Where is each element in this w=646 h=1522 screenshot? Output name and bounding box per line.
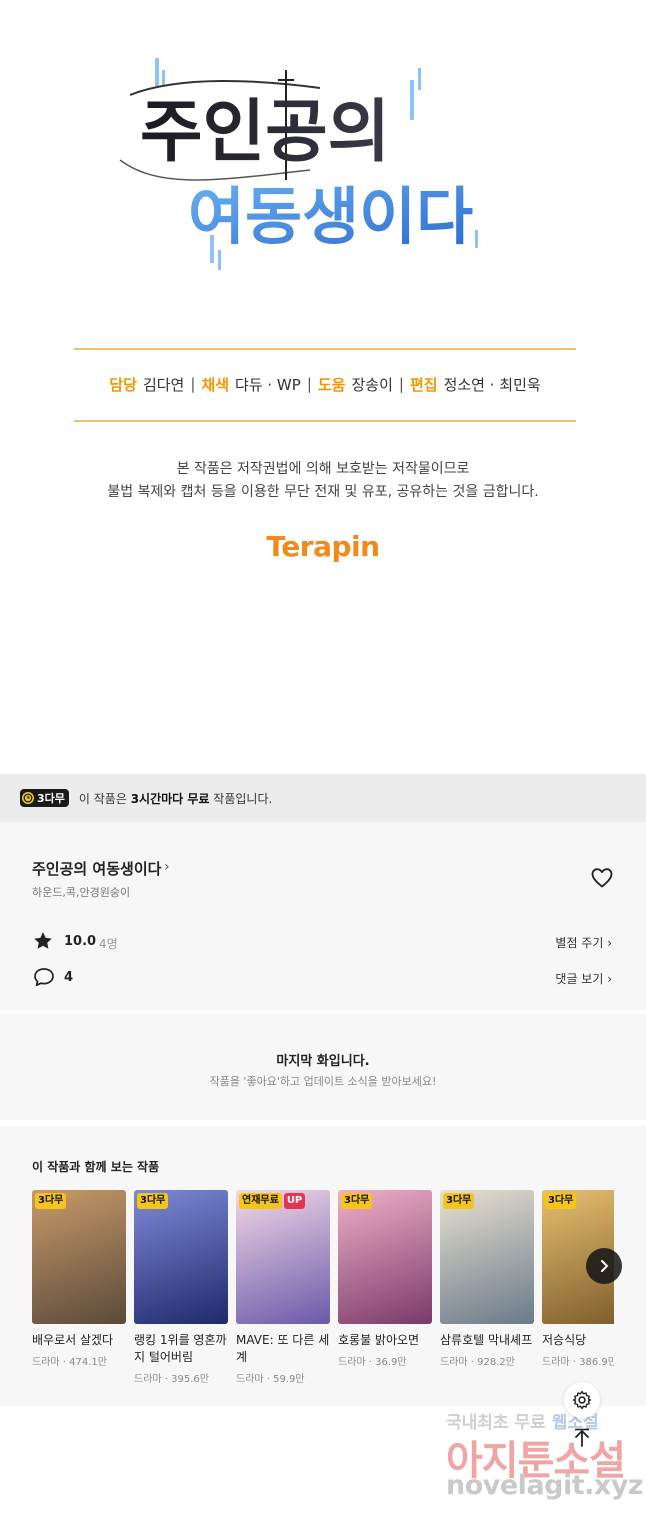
badge-label: 3다무 bbox=[37, 792, 65, 805]
heart-icon[interactable] bbox=[590, 866, 614, 890]
recommendation-card[interactable]: 3다무 호롱불 밝아오면 드라마 · 36.9만 bbox=[338, 1190, 432, 1368]
arrow-up-icon bbox=[575, 1428, 589, 1447]
card-title[interactable]: MAVE: 또 다른 세계 bbox=[236, 1332, 330, 1366]
cover-image[interactable]: 3다무 bbox=[338, 1190, 432, 1324]
credit-separator: | bbox=[190, 375, 196, 393]
card-meta: 드라마 · 474.1만 bbox=[32, 1357, 107, 1368]
card-title[interactable]: 호롱불 밝아오면 bbox=[338, 1332, 432, 1349]
copyright-notice: 본 작품은 저작권법에 의해 보호받는 저작물이므로 불법 복제와 캡처 등을 … bbox=[0, 458, 646, 504]
card-title[interactable]: 저승식당 bbox=[542, 1332, 614, 1349]
settings-button[interactable] bbox=[564, 1382, 600, 1418]
credit-names: 정소연 · 최민욱 bbox=[443, 375, 541, 394]
view-comments-button[interactable]: 댓글 보기 › bbox=[555, 970, 612, 987]
credits-bottom-rule bbox=[74, 420, 576, 422]
credit-separator: | bbox=[398, 375, 404, 393]
free-text-bold: 3시간마다 무료 bbox=[130, 791, 210, 806]
card-title[interactable]: 삼류호텔 막내셰프 bbox=[440, 1332, 534, 1349]
card-meta: 드라마 · 59.9만 bbox=[236, 1374, 305, 1385]
badge: 연재무료 bbox=[239, 1193, 282, 1209]
carousel-next-button[interactable] bbox=[586, 1248, 622, 1284]
notice-line2: 불법 복제와 캡처 등을 이용한 무단 전재 및 유포, 공유하는 것을 금합니… bbox=[107, 484, 539, 500]
title-logo: 주인공의 여동생이다 bbox=[119, 58, 478, 270]
comment-count: 4 bbox=[64, 970, 74, 985]
three-hour-free-badge: 3다무 bbox=[20, 789, 69, 807]
card-title[interactable]: 배우로서 살겠다 bbox=[32, 1332, 126, 1349]
recommendation-card[interactable]: 3다무 랭킹 1위를 영혼까지 털어버림 드라마 · 395.6만 bbox=[134, 1190, 228, 1385]
badge: 3다무 bbox=[443, 1193, 475, 1209]
scroll-top-button[interactable] bbox=[564, 1420, 600, 1456]
credit-names: 댜듀 · WP bbox=[235, 375, 301, 394]
chevron-right-icon[interactable]: › bbox=[164, 859, 170, 875]
rating-count: 4명 bbox=[99, 937, 118, 951]
credit-names: 김다연 bbox=[142, 375, 185, 394]
cover-image[interactable]: 3다무 bbox=[32, 1190, 126, 1324]
work-title-link[interactable]: 주인공의 여동생이다 bbox=[32, 858, 161, 879]
badge: 3다무 bbox=[137, 1193, 169, 1209]
last-episode-subtitle: 작품을 '좋아요'하고 업데이트 소식을 받아보세요! bbox=[209, 1075, 437, 1088]
credits-line: 담당 김다연 | 채색 댜듀 · WP | 도움 장송이 | 편집 정소연 · … bbox=[74, 362, 576, 406]
card-meta: 드라마 · 36.9만 bbox=[338, 1357, 407, 1368]
work-info-section bbox=[0, 822, 646, 1010]
up-badge: UP bbox=[283, 1193, 306, 1209]
rate-button[interactable]: 별점 주기 › bbox=[555, 934, 612, 951]
credit-role: 편집 bbox=[409, 375, 438, 394]
last-episode-title: 마지막 화입니다. bbox=[276, 1054, 370, 1069]
cover-image[interactable]: 3다무 bbox=[440, 1190, 534, 1324]
free-text-prefix: 이 작품은 bbox=[78, 791, 131, 806]
card-meta: 드라마 · 395.6만 bbox=[134, 1374, 209, 1385]
credit-role: 담당 bbox=[109, 375, 137, 394]
free-banner: 3다무 이 작품은 3시간마다 무료 작품입니다. bbox=[0, 774, 646, 822]
title-line1: 주인공의 bbox=[140, 92, 390, 172]
work-authors: 하운드,콕,안경원숭이 bbox=[32, 886, 131, 899]
badge: 3다무 bbox=[35, 1193, 67, 1209]
badge: 3다무 bbox=[545, 1193, 577, 1209]
credit-names: 장송이 bbox=[351, 375, 393, 394]
notice-line1: 본 작품은 저작권법에 의해 보호받는 저작물이므로 bbox=[176, 461, 470, 477]
free-text-suffix: 작품입니다. bbox=[209, 791, 273, 806]
recommendations-carousel[interactable]: 3다무 배우로서 살겠다 드라마 · 474.1만 3다무 랭킹 1위를 영혼까… bbox=[32, 1190, 614, 1400]
title-line2: 여동생이다 bbox=[188, 180, 473, 253]
clock-icon bbox=[22, 792, 34, 804]
card-meta: 드라마 · 928.2만 bbox=[440, 1357, 515, 1368]
star-icon bbox=[34, 932, 52, 949]
badge: 3다무 bbox=[341, 1193, 373, 1209]
recommendations-heading: 이 작품과 함께 보는 작품 bbox=[32, 1160, 160, 1174]
recommendation-card[interactable]: 3다무 배우로서 살겠다 드라마 · 474.1만 bbox=[32, 1190, 126, 1368]
cover-image[interactable]: 연재무료 UP bbox=[236, 1190, 330, 1324]
rating-score: 10.0 bbox=[64, 934, 97, 949]
chevron-right-icon bbox=[601, 1260, 609, 1272]
free-banner-text: 이 작품은 3시간마다 무료 작품입니다. bbox=[79, 790, 272, 807]
recommendation-card[interactable]: 3다무 삼류호텔 막내셰프 드라마 · 928.2만 bbox=[440, 1190, 534, 1368]
credit-role: 채색 bbox=[201, 375, 230, 394]
publisher-logo: Terapin bbox=[266, 530, 380, 563]
comment-icon bbox=[34, 968, 54, 987]
credit-role: 도움 bbox=[317, 375, 346, 394]
recommendation-card[interactable]: 연재무료 UP MAVE: 또 다른 세계 드라마 · 59.9만 bbox=[236, 1190, 330, 1385]
card-meta: 드라마 · 386.9만 bbox=[542, 1357, 614, 1368]
credits-top-rule bbox=[74, 348, 576, 350]
gear-icon bbox=[572, 1390, 592, 1410]
watermark-line3: novelagit.xyz bbox=[446, 1470, 644, 1501]
card-title[interactable]: 랭킹 1위를 영혼까지 털어버림 bbox=[134, 1332, 228, 1366]
cover-image[interactable]: 3다무 bbox=[134, 1190, 228, 1324]
credit-separator: | bbox=[306, 375, 312, 393]
